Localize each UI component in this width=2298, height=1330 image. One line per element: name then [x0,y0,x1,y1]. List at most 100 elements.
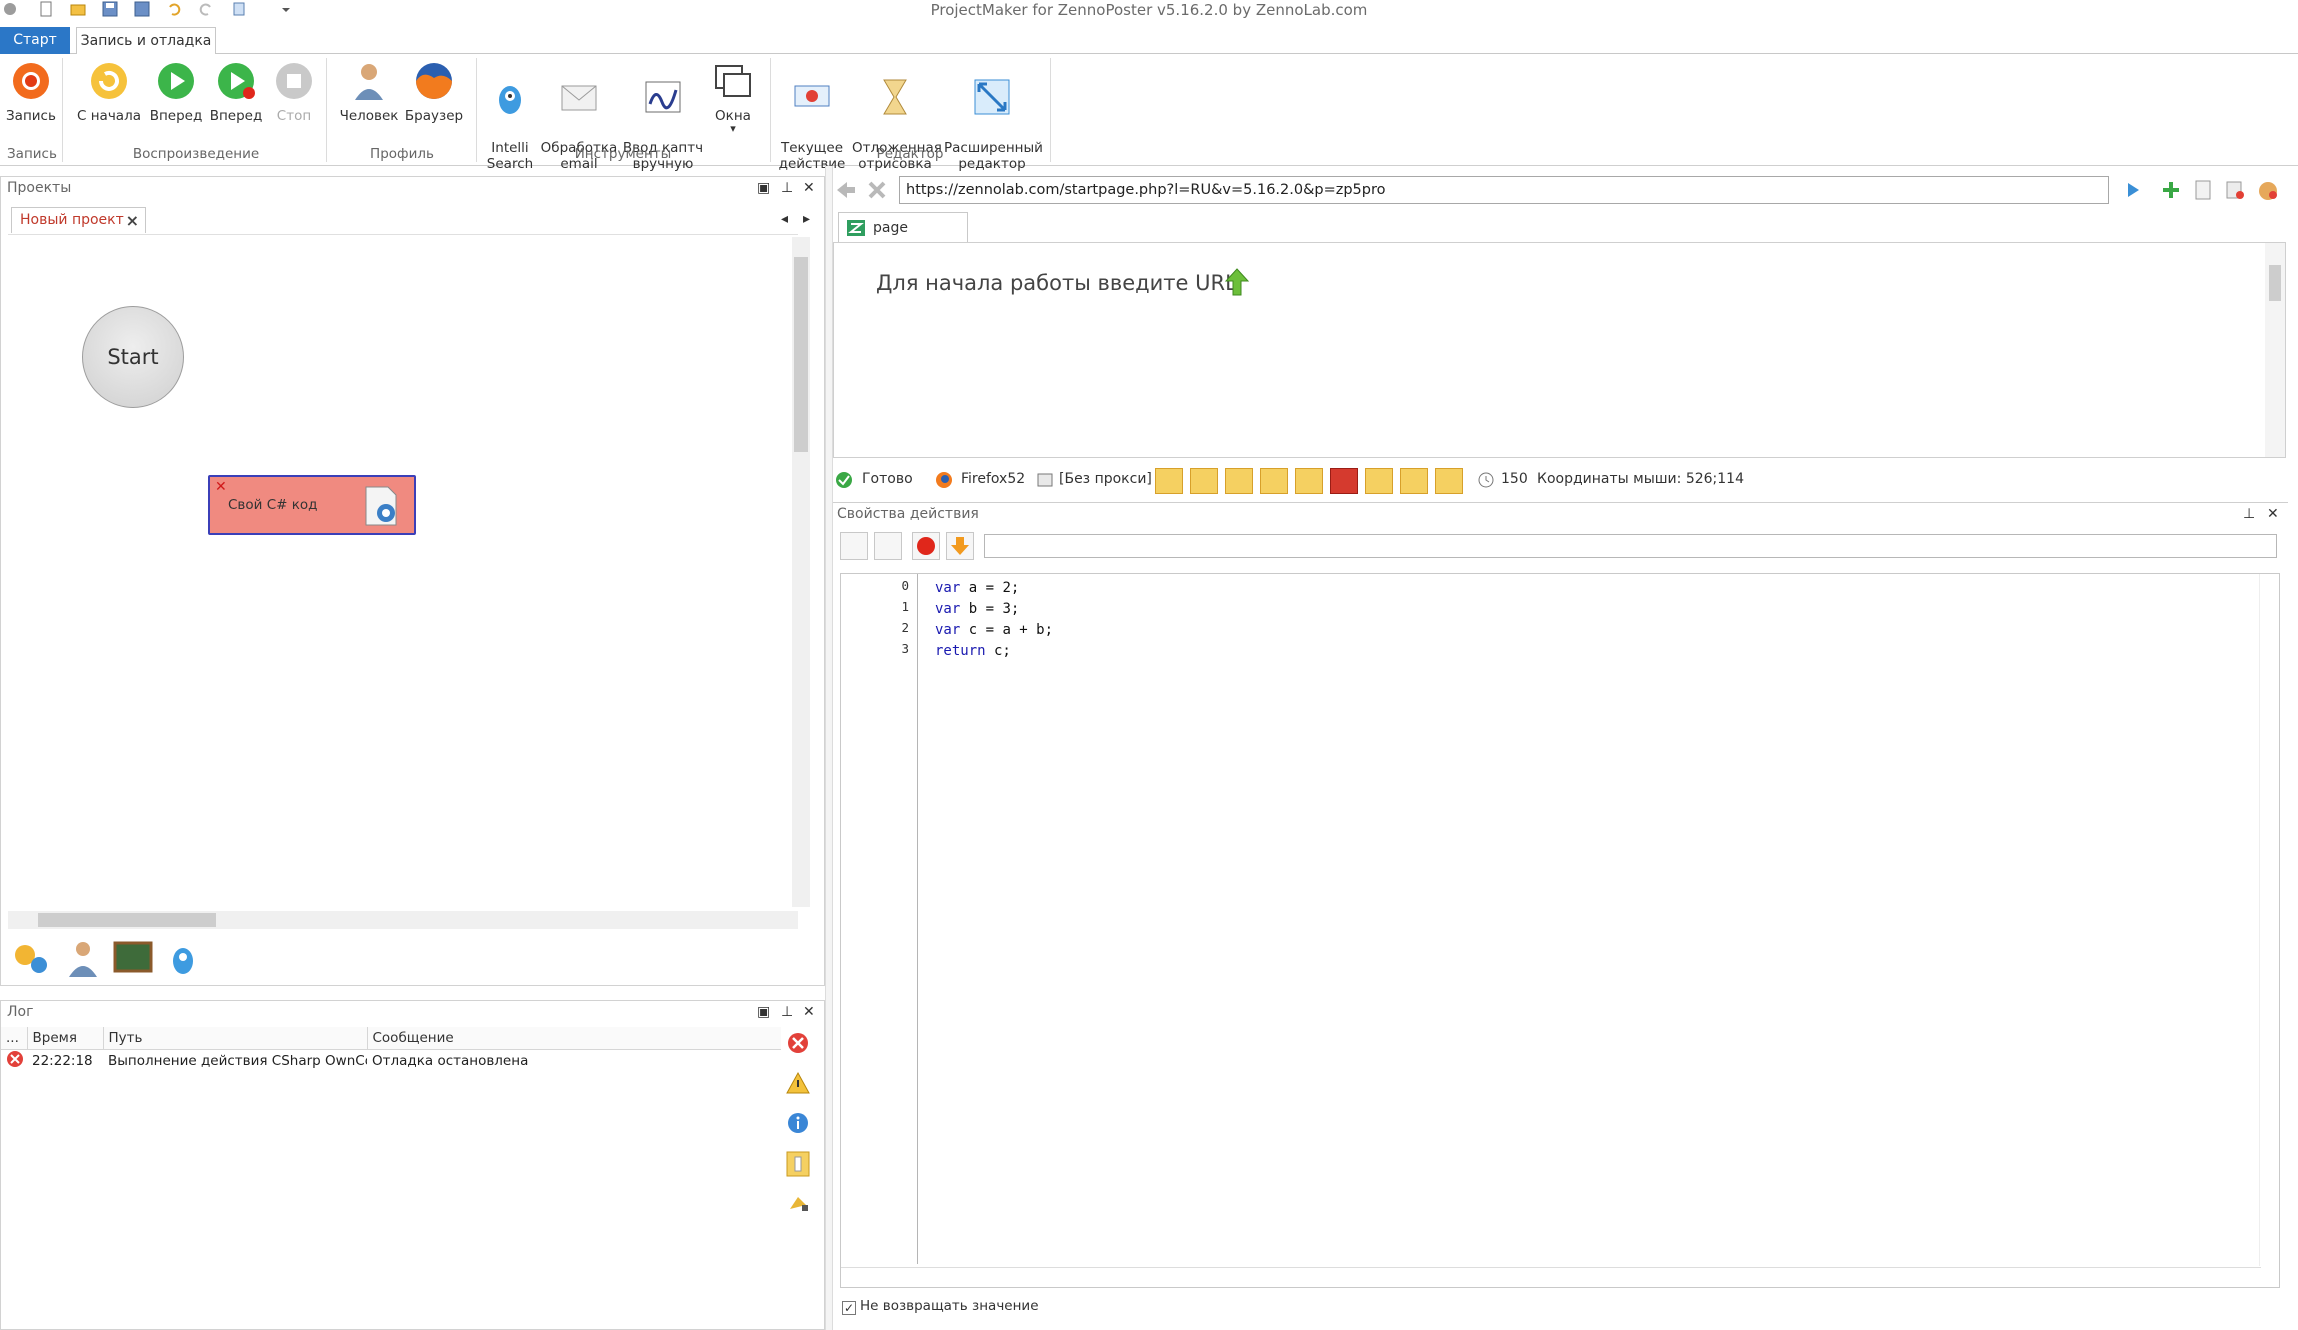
pin-icon[interactable]: ⊥ [781,180,793,196]
vertical-splitter[interactable] [825,166,833,1330]
close-icon[interactable]: ✕ [803,1004,815,1020]
horizontal-scrollbar[interactable] [8,911,798,929]
vertical-scrollbar[interactable] [2259,574,2279,1266]
tab-record-debug[interactable]: Запись и отладка [76,27,216,55]
clear-log-icon[interactable] [786,1191,810,1215]
gears-icon[interactable] [11,939,51,977]
forward-button[interactable]: Вперед [148,60,204,124]
frames-toggle-icon[interactable] [1190,468,1218,494]
add-icon[interactable] [2161,180,2181,200]
error-marker-icon: ✕ [215,479,227,495]
error-filter-icon[interactable] [786,1031,810,1055]
tab-start[interactable]: Старт [0,27,70,54]
status-engine[interactable]: Firefox52 [961,471,1025,487]
timer-icon [1478,472,1494,488]
scroll-thumb[interactable] [794,257,808,452]
forward-step-button[interactable]: Вперед [208,60,264,124]
browser-navbar: https://zennolab.com/startpage.php?l=RU&… [835,176,2298,206]
vertical-scrollbar[interactable] [792,237,810,907]
page-list-icon[interactable] [2193,180,2213,200]
forward-label: Вперед [149,108,203,124]
vertical-scrollbar[interactable] [2265,243,2285,457]
status-timer: 150 [1501,471,1528,487]
popups-toggle-icon[interactable] [1260,468,1288,494]
human-button[interactable]: Человек [334,60,404,124]
csharp-code-node[interactable]: ✕ Свой C# код [208,475,416,535]
human-icon[interactable] [63,939,103,977]
stop-label: Стоп [276,108,312,124]
stop-load-icon[interactable] [867,180,887,200]
activex-toggle-icon[interactable] [1365,468,1393,494]
intelli-search-icon[interactable] [163,939,203,977]
cookies-icon[interactable] [2257,180,2279,202]
action-name-input[interactable] [984,534,2277,558]
intelli-search-icon [499,86,521,114]
scroll-thumb[interactable] [2269,265,2281,301]
log-col-message[interactable]: Сообщение [367,1027,781,1050]
table-view-icon[interactable] [840,532,868,560]
status-proxy[interactable]: [Без прокси] [1059,471,1152,487]
start-node[interactable]: Start [82,306,184,408]
tab-new-project[interactable]: Новый проект × [11,207,146,233]
no-return-value-checkbox[interactable]: ✓ Не возвращать значение [842,1298,1039,1315]
hourglass-icon [883,79,907,115]
blackboard-icon[interactable] [113,939,153,977]
checkbox-checked-icon[interactable]: ✓ [842,1301,856,1315]
scroll-thumb[interactable] [38,913,216,927]
log-col-time[interactable]: Время [27,1027,104,1050]
record-icon [13,63,49,99]
pin-icon[interactable]: ⊥ [781,1004,793,1020]
close-icon[interactable]: × [126,208,139,233]
browser-button[interactable]: Браузер [404,60,464,124]
log-col-menu[interactable]: ... [1,1027,28,1050]
action-properties-toolbar [840,532,2290,562]
tab-page[interactable]: page [838,212,968,242]
media-toggle-icon[interactable] [1435,468,1463,494]
plugins-toggle-icon[interactable] [1400,468,1428,494]
chevron-left-icon[interactable]: ◂ [781,211,788,227]
browser-viewport[interactable]: Для начала работы введите URL [833,242,2286,458]
javascript-toggle-icon[interactable] [1295,468,1323,494]
maximize-icon[interactable]: ▣ [757,180,770,196]
log-col-path[interactable]: Путь [103,1027,368,1050]
pin-icon[interactable]: ⊥ [2243,506,2255,522]
arrow-down-icon[interactable] [946,532,974,560]
code-editor[interactable]: 0 1 2 3 var a = 2; var b = 3; var c = a … [840,573,2280,1288]
log-header: Лог ▣ ⊥ ✕ [1,1001,824,1023]
info-filter-icon[interactable] [786,1111,810,1135]
user-message-filter-icon[interactable] [786,1151,810,1177]
email-icon [561,85,597,111]
chevron-right-icon[interactable]: ▸ [803,211,810,227]
code-keyword: return [935,643,986,659]
clear-cache-icon[interactable] [2225,180,2245,200]
css-toggle-icon[interactable] [1225,468,1253,494]
record-dot-icon[interactable] [912,532,940,560]
form-view-icon[interactable] [874,532,902,560]
current-action-icon [794,85,830,107]
url-input[interactable]: https://zennolab.com/startpage.php?l=RU&… [899,176,2109,204]
code-line[interactable]: var b = 3; [935,601,1019,617]
back-icon[interactable] [835,180,857,200]
from-start-button[interactable]: С начала [76,60,142,124]
flash-toggle-icon[interactable] [1330,468,1358,494]
horizontal-scrollbar[interactable] [841,1267,2261,1287]
project-canvas[interactable]: Start ✕ Свой C# код [8,234,798,904]
maximize-icon[interactable]: ▣ [757,1004,770,1020]
close-icon[interactable]: ✕ [803,180,815,196]
table-row[interactable]: 22:22:18 Выполнение действия CSharp OwnC… [1,1049,781,1072]
warning-filter-icon[interactable] [786,1071,810,1095]
windows-button[interactable]: Окна ▾ [710,60,756,134]
close-icon[interactable]: ✕ [2267,506,2279,522]
error-icon [1,1049,27,1072]
images-toggle-icon[interactable] [1155,468,1183,494]
record-button[interactable]: Запись [6,60,56,124]
code-line[interactable]: return c; [935,643,1011,659]
play-step-icon [218,63,255,99]
ribbon-tabs: Старт Запись и отладка [0,27,2298,55]
code-line[interactable]: var a = 2; [935,580,1019,596]
log-filters [786,1031,812,1231]
code-line[interactable]: var c = a + b; [935,622,1053,638]
line-number: 3 [901,641,909,656]
go-icon[interactable] [2125,182,2141,198]
stop-button[interactable]: Стоп [268,60,320,124]
